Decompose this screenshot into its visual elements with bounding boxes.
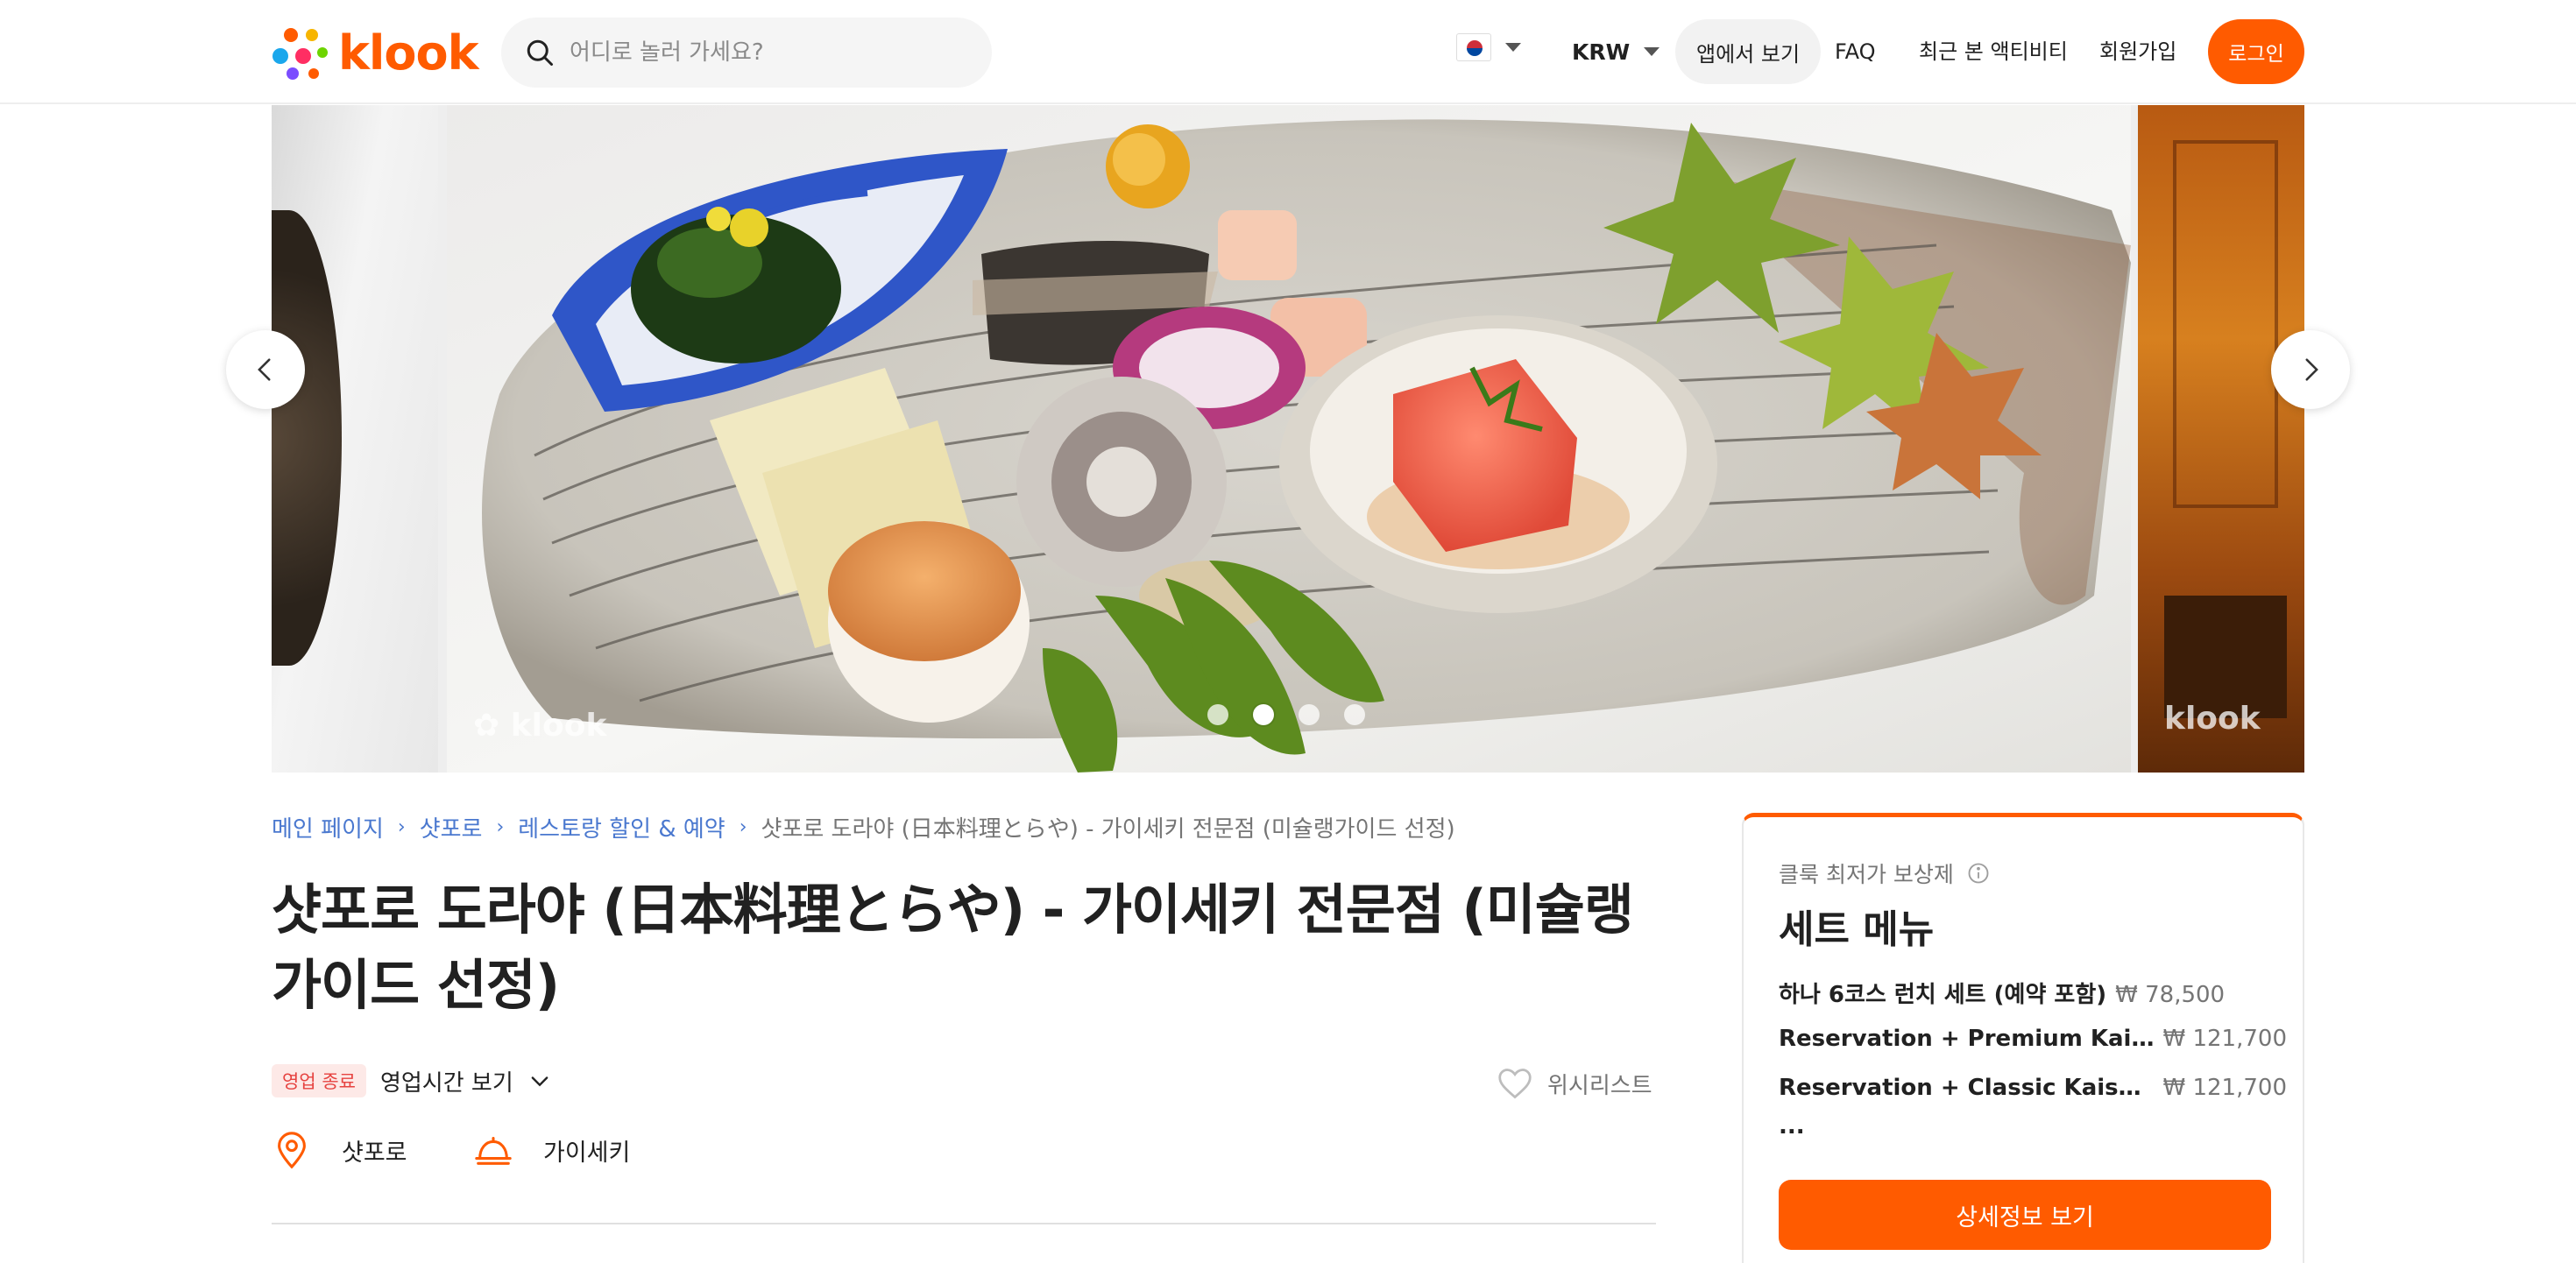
menu-item[interactable]: Reservation + Premium Kais... ₩ 121,700	[1779, 1026, 2287, 1052]
search-icon	[527, 39, 553, 66]
gallery-next-button[interactable]	[2271, 330, 2350, 409]
breadcrumb-category[interactable]: 레스토랑 할인 & 예약	[518, 811, 725, 843]
gallery-dot-3[interactable]	[1299, 704, 1320, 725]
menu-item-price: ₩ 121,700	[2162, 1075, 2288, 1101]
location-pin-icon	[278, 1132, 306, 1169]
breadcrumb-city[interactable]: 샷포로	[420, 811, 483, 843]
wishlist-button[interactable]: 위시리스트	[1497, 1067, 1652, 1100]
menu-item-name: Reservation + Classic Kaisek...	[1779, 1075, 2155, 1101]
menu-item-price: ₩ 121,700	[2162, 1026, 2288, 1052]
language-selector[interactable]	[1456, 33, 1521, 61]
chevron-down-icon	[1505, 43, 1521, 52]
search-bar[interactable]	[501, 18, 992, 88]
gallery-prev-button[interactable]	[226, 330, 305, 409]
currency-selector[interactable]: KRW	[1572, 33, 1660, 70]
logo-text: klook	[338, 25, 479, 81]
signup-link[interactable]: 회원가입	[2099, 33, 2176, 70]
wishlist-label: 위시리스트	[1547, 1072, 1652, 1099]
gallery-dot-1[interactable]	[1207, 704, 1228, 725]
klook-watermark: klook	[2164, 701, 2261, 737]
klook-logo[interactable]: klook	[272, 25, 479, 81]
gallery-pagination	[1207, 704, 1365, 725]
top-header: klook KRW 앱에서 보기 FAQ 최근 본 액티비티 회원가입 로그인	[0, 0, 2576, 104]
chevron-right-icon: ›	[739, 815, 747, 838]
page-title: 샷포로 도라야 (日本料理とらや) - 가이세키 전문점 (미슐랭가이드 선정)	[272, 878, 1634, 1017]
chevron-right-icon: ›	[496, 815, 505, 838]
status-row: 영업 종료 영업시간 보기	[272, 1063, 552, 1098]
app-view-button[interactable]: 앱에서 보기	[1675, 19, 1822, 84]
heart-icon	[1498, 1069, 1532, 1099]
location-label: 샷포로	[342, 1139, 407, 1167]
category-label: 가이세키	[543, 1139, 631, 1167]
price-guarantee[interactable]: 클룩 최저가 보상제	[1779, 857, 1991, 889]
menu-item-price: ₩ 78,500	[2115, 982, 2226, 1008]
gallery-slide-current[interactable]: ✿ klook	[447, 105, 2131, 773]
menu-item-name: 하나 6코스 런치 세트 (예약 포함)	[1779, 982, 2107, 1008]
chevron-right-icon	[2305, 358, 2318, 381]
currency-label: KRW	[1572, 39, 1631, 65]
korea-flag-icon	[1456, 33, 1491, 61]
image-gallery[interactable]: ✿ klook klook	[272, 105, 2304, 773]
section-divider	[272, 1223, 1656, 1224]
gallery-dot-4[interactable]	[1344, 704, 1365, 725]
info-icon[interactable]	[1966, 861, 1991, 886]
menu-item[interactable]: 하나 6코스 런치 세트 (예약 포함) ₩ 78,500	[1779, 977, 2287, 1009]
svg-text:✿ klook: ✿ klook	[473, 708, 607, 744]
view-details-button[interactable]: 상세정보 보기	[1779, 1180, 2271, 1250]
chevron-down-icon	[1644, 47, 1660, 56]
menu-item[interactable]: Reservation + Classic Kaisek... ₩ 121,70…	[1779, 1075, 2287, 1101]
search-input[interactable]	[570, 39, 955, 66]
klook-logo-icon	[272, 28, 328, 80]
faq-link[interactable]: FAQ	[1835, 33, 1876, 70]
menu-item-name: Reservation + Premium Kais...	[1779, 1026, 2155, 1052]
login-button[interactable]: 로그인	[2208, 19, 2304, 84]
chevron-left-icon	[258, 358, 271, 381]
kaiseki-dish-image: ✿ klook	[473, 119, 2131, 773]
breadcrumb-current: 샷포로 도라야 (日本料理とらや) - 가이세키 전문점 (미슐랭가이드 선정)	[761, 815, 1455, 843]
gallery-slide-previous[interactable]	[272, 105, 438, 773]
chevron-down-icon	[531, 1076, 548, 1087]
price-guarantee-label: 클룩 최저가 보상제	[1779, 862, 1954, 887]
gallery-slide-next[interactable]: klook	[2138, 105, 2304, 773]
recent-activities-link[interactable]: 최근 본 액티비티	[1919, 33, 2068, 70]
gallery-dot-2[interactable]	[1253, 704, 1274, 725]
status-badge: 영업 종료	[272, 1064, 366, 1097]
cloche-icon	[475, 1137, 512, 1165]
breadcrumb: 메인 페이지 › 샷포로 › 레스토랑 할인 & 예약 › 샷포로 도라야 (日…	[272, 809, 1455, 844]
chevron-right-icon: ›	[397, 815, 406, 838]
category-info[interactable]: 가이세키	[473, 1130, 630, 1170]
business-hours-label: 영업시간 보기	[379, 1069, 513, 1097]
booking-card: 클룩 최저가 보상제 세트 메뉴 하나 6코스 런치 세트 (예약 포함) ₩ …	[1742, 813, 2304, 1263]
location-info[interactable]: 샷포로	[272, 1130, 407, 1170]
more-items-ellipsis: ...	[1779, 1113, 1805, 1140]
breadcrumb-home[interactable]: 메인 페이지	[272, 811, 384, 843]
business-hours-toggle[interactable]: 영업시간 보기	[380, 1065, 552, 1097]
card-title: 세트 메뉴	[1779, 907, 1935, 952]
